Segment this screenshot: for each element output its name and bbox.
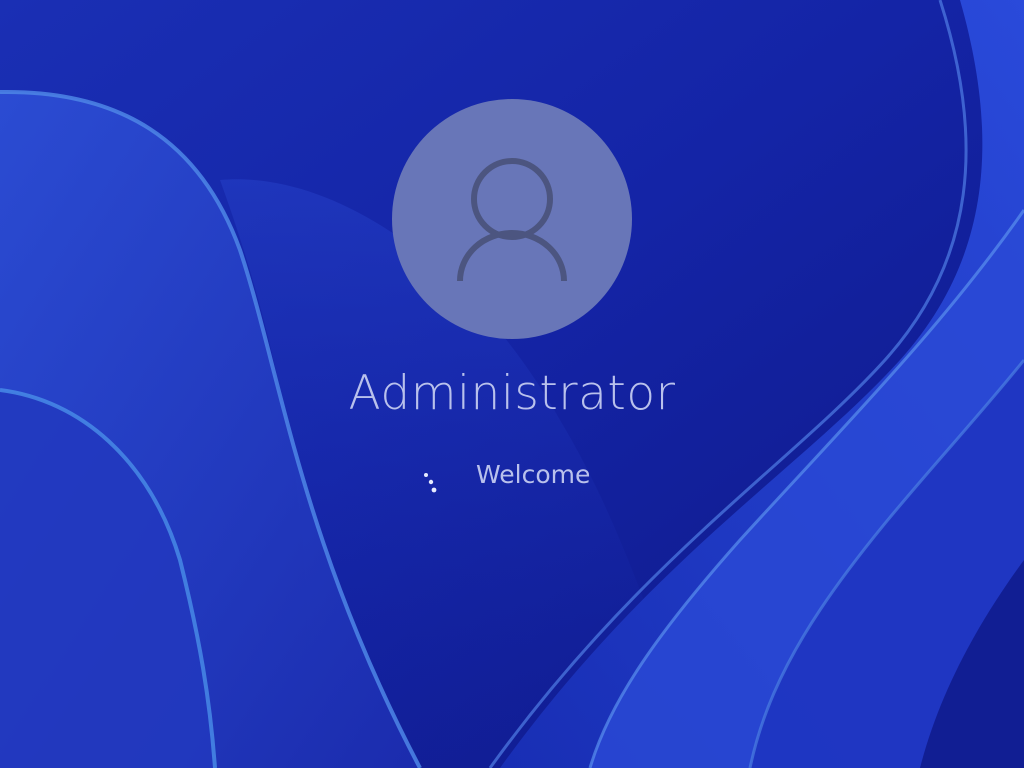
- user-avatar: [392, 99, 632, 339]
- loading-dots-icon: [424, 473, 437, 493]
- status-row: Welcome: [0, 460, 1024, 496]
- user-silhouette-icon: [457, 158, 567, 282]
- status-text: Welcome: [476, 460, 591, 489]
- username-label: Administrator: [348, 366, 676, 421]
